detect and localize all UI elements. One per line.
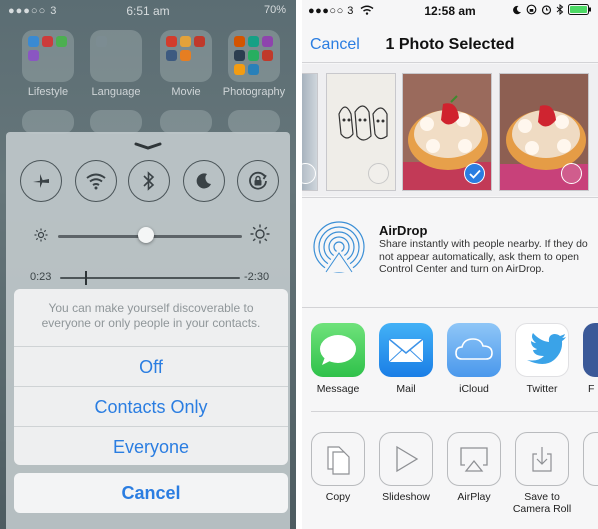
- folder-photography: [228, 30, 280, 82]
- mail-label: Mail: [396, 383, 416, 395]
- brightness-low-icon: [34, 228, 48, 242]
- off-option-button[interactable]: Off: [14, 346, 288, 386]
- moon-icon: [196, 173, 211, 189]
- section-divider: [302, 197, 598, 198]
- rotation-lock-icon: [526, 4, 537, 15]
- facebook-label-partial: F: [588, 383, 595, 395]
- folder-row2-1: [22, 110, 74, 134]
- selected-checkmark-icon[interactable]: [464, 163, 485, 184]
- message-label: Message: [316, 383, 360, 395]
- sheet-cancel-button[interactable]: Cancel: [14, 473, 288, 513]
- section-divider: [302, 307, 598, 308]
- photo-thumbnail[interactable]: [302, 73, 318, 191]
- mail-icon: [388, 338, 424, 363]
- unselected-circle-icon[interactable]: [302, 163, 316, 184]
- everyone-option-button[interactable]: Everyone: [14, 426, 288, 465]
- airplay-button[interactable]: [447, 432, 501, 486]
- contacts-only-option-button[interactable]: Contacts Only: [14, 386, 288, 426]
- airdrop-icon[interactable]: [312, 220, 366, 274]
- airdrop-title: AirDrop: [379, 223, 428, 238]
- music-remaining-time: -2:30: [244, 271, 270, 283]
- airplay-icon: [460, 447, 488, 472]
- bluetooth-icon: [143, 171, 155, 191]
- twitter-label: Twitter: [526, 383, 558, 395]
- mail-share-button[interactable]: [379, 323, 433, 377]
- facebook-share-button-partial[interactable]: [583, 323, 598, 377]
- nav-title: 1 Photo Selected: [385, 36, 515, 53]
- unselected-circle-icon[interactable]: [368, 163, 389, 184]
- nav-divider: [302, 62, 598, 63]
- wifi-icon: [86, 173, 106, 190]
- alarm-icon: [541, 5, 552, 15]
- slideshow-label: Slideshow: [382, 491, 430, 503]
- airplay-label: AirPlay: [457, 491, 491, 503]
- bluetooth-icon: [556, 4, 564, 15]
- airplane-mode-toggle[interactable]: [20, 160, 62, 202]
- control-center-screen: ●●●○○ 3 6:51 am 70% Lifestyle Language M…: [0, 0, 296, 529]
- battery-percentage: 70%: [263, 4, 286, 16]
- rotation-lock-icon: [249, 171, 267, 190]
- folder-label-photography: Photography: [222, 86, 286, 98]
- message-share-button[interactable]: [311, 323, 365, 377]
- folder-movie: [160, 30, 212, 82]
- play-icon: [396, 445, 419, 473]
- message-icon: [320, 335, 356, 365]
- status-bar: ●●●○○ 3 6:51 am 70%: [0, 0, 296, 22]
- clock: 6:51 am: [126, 4, 170, 18]
- copy-label: Copy: [325, 491, 351, 503]
- bluetooth-toggle[interactable]: [128, 160, 170, 202]
- airplane-icon: [33, 174, 49, 188]
- section-divider: [311, 411, 598, 412]
- rotation-lock-toggle[interactable]: [237, 160, 279, 202]
- photo-thumbnail[interactable]: [326, 73, 396, 191]
- icloud-label: iCloud: [459, 383, 489, 395]
- save-to-camera-roll-label: Save to Camera Roll: [512, 491, 572, 515]
- icloud-share-button[interactable]: [447, 323, 501, 377]
- folder-row2-4: [228, 110, 280, 134]
- folder-row2-3: [160, 110, 212, 134]
- dock-peek: [18, 465, 288, 473]
- grabber-chevron-icon[interactable]: [134, 142, 162, 150]
- airdrop-discoverability-sheet: You can make yourself discoverable to ev…: [14, 289, 288, 465]
- brightness-slider-knob[interactable]: [138, 227, 155, 243]
- photo-strip[interactable]: [302, 64, 598, 196]
- photo-thumbnail[interactable]: [499, 73, 589, 191]
- twitter-icon: [527, 333, 566, 364]
- folder-label-language: Language: [91, 86, 141, 98]
- airdrop-description: Share instantly with people nearby. If t…: [379, 238, 588, 275]
- save-to-camera-roll-button[interactable]: [515, 432, 569, 486]
- save-to-camera-roll-icon: [532, 447, 552, 472]
- do-not-disturb-toggle[interactable]: [183, 160, 225, 202]
- wifi-toggle[interactable]: [75, 160, 117, 202]
- status-bar: ●●●○○ 3 12:58 am: [302, 0, 598, 22]
- brightness-high-icon: [250, 224, 270, 244]
- battery-icon: [568, 4, 591, 15]
- more-actions-partial[interactable]: [583, 432, 598, 486]
- moon-icon: [513, 5, 521, 14]
- photo-thumbnail-selected[interactable]: [402, 73, 492, 191]
- share-sheet-screen: ●●●○○ 3 12:58 am Cancel 1 Photo Selected: [302, 0, 598, 529]
- copy-icon: [327, 446, 350, 475]
- folder-lifestyle: [22, 30, 74, 82]
- music-elapsed-time: 0:23: [30, 271, 52, 283]
- sheet-message: You can make yourself discoverable to ev…: [41, 301, 261, 330]
- twitter-share-button[interactable]: [515, 323, 569, 377]
- folder-language: [90, 30, 142, 82]
- folder-row2-2: [90, 110, 142, 134]
- slideshow-button[interactable]: [379, 432, 433, 486]
- unselected-circle-icon[interactable]: [561, 163, 582, 184]
- music-playhead[interactable]: [85, 271, 88, 285]
- copy-button[interactable]: [311, 432, 365, 486]
- status-icons: [512, 4, 592, 15]
- icloud-icon: [455, 338, 493, 360]
